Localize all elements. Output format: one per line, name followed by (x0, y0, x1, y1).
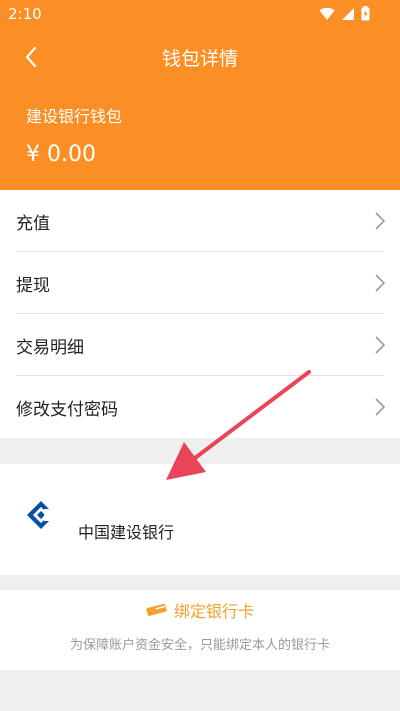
status-bar: 2:10 (0, 0, 400, 28)
bind-card-label: 绑定银行卡 (173, 602, 254, 621)
bank-logo-icon (27, 501, 56, 529)
bank-name: 中国建设银行 (78, 523, 175, 542)
menu-item-withdraw[interactable]: 提现 (0, 252, 400, 314)
bind-card-button[interactable]: 绑定银行卡 (0, 598, 400, 622)
wallet-name: 建设银行钱包 (26, 107, 123, 126)
wifi-icon (319, 7, 335, 20)
menu-item-label: 提现 (16, 276, 50, 296)
menu-item-label: 充值 (16, 214, 50, 234)
bank-card[interactable]: 中国建设银行 (0, 464, 400, 575)
menu-item-label: 交易明细 (16, 338, 84, 358)
menu-item-transactions[interactable]: 交易明细 (0, 314, 400, 376)
menu-item-label: 修改支付密码 (16, 400, 118, 420)
page-title: 钱包详情 (161, 48, 238, 70)
nav-bar: 钱包详情 (0, 28, 400, 86)
status-icons (319, 6, 370, 21)
chevron-right-icon (375, 398, 386, 416)
battery-icon (361, 6, 370, 21)
wallet-balance: ¥ 0.00 (26, 142, 96, 167)
signal-icon (342, 7, 354, 20)
wallet-header: 建设银行钱包 ¥ 0.00 (0, 86, 400, 190)
bind-card-section: 绑定银行卡 为保障账户资金安全，只能绑定本人的银行卡 (0, 590, 400, 670)
chevron-right-icon (375, 274, 386, 292)
wallet-menu: 充值 提现 交易明细 修改支付密码 (0, 190, 400, 438)
menu-item-change-password[interactable]: 修改支付密码 (0, 376, 400, 438)
status-time: 2:10 (8, 5, 42, 23)
menu-item-recharge[interactable]: 充值 (0, 190, 400, 252)
chevron-right-icon (375, 212, 386, 230)
bind-card-hint: 为保障账户资金安全，只能绑定本人的银行卡 (69, 638, 330, 653)
card-link-icon (146, 603, 167, 616)
chevron-right-icon (375, 336, 386, 354)
